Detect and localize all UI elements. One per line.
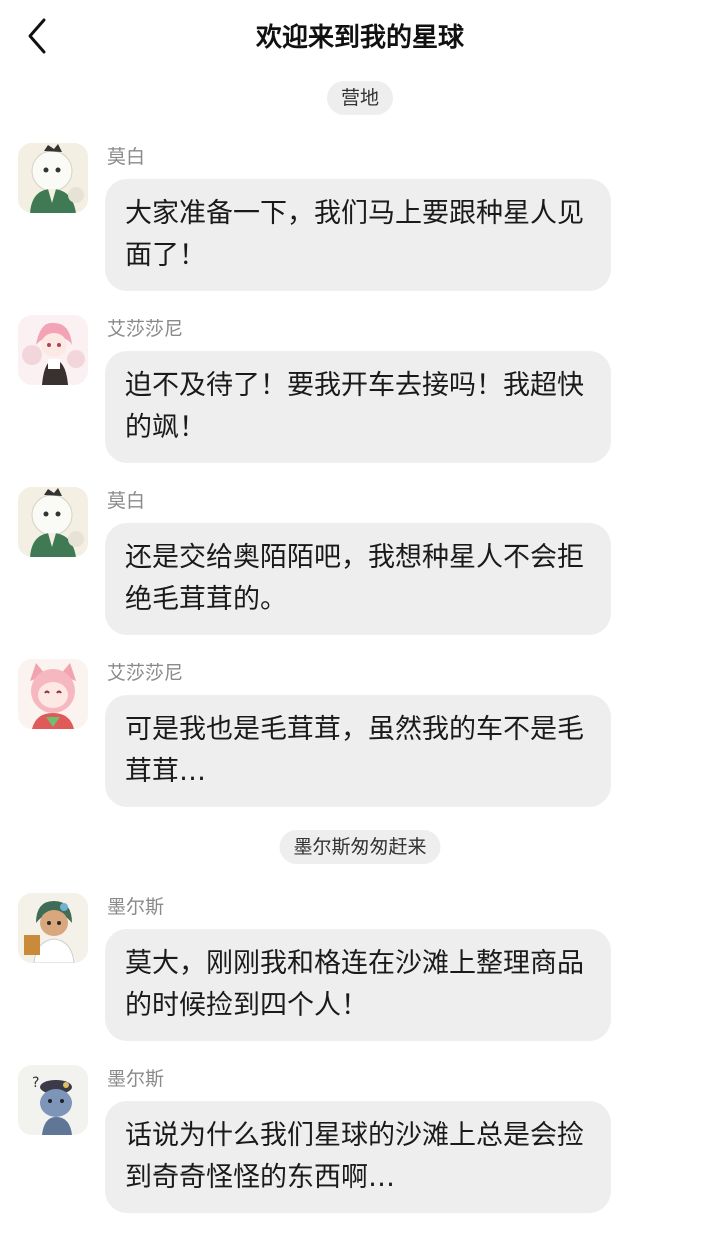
blue-creature-avatar[interactable]: ? xyxy=(18,1065,88,1135)
svg-text:?: ? xyxy=(32,1075,39,1091)
message-bubble[interactable]: 大家准备一下，我们马上要跟种星人见面了！ xyxy=(105,179,611,291)
section-divider-event: 墨尔斯匆匆赶来 xyxy=(279,830,441,864)
message-bubble[interactable]: 迫不及待了！要我开车去接吗！我超快的飒！ xyxy=(105,351,611,463)
sender-name: 艾莎莎尼 xyxy=(107,318,184,340)
sender-name: 莫白 xyxy=(107,490,146,512)
section-divider-camp: 营地 xyxy=(326,81,394,115)
message-bubble[interactable]: 还是交给奥陌陌吧，我想种星人不会拒绝毛茸茸的。 xyxy=(105,523,611,635)
sender-name: 墨尔斯 xyxy=(107,896,165,918)
message-bubble[interactable]: 莫大，刚刚我和格连在沙滩上整理商品的时候捡到四个人！ xyxy=(105,929,611,1041)
green-hair-boy-avatar[interactable] xyxy=(18,893,88,963)
sender-name: 莫白 xyxy=(107,146,146,168)
sender-name: 墨尔斯 xyxy=(107,1068,165,1090)
white-lion-avatar[interactable] xyxy=(18,487,88,557)
page-title: 欢迎来到我的星球 xyxy=(255,23,464,53)
header-bar: 欢迎来到我的星球 xyxy=(0,0,720,76)
pink-cat-avatar[interactable] xyxy=(18,659,88,729)
message-bubble[interactable]: 话说为什么我们星球的沙滩上总是会捡到奇奇怪怪的东西啊… xyxy=(105,1101,611,1213)
pink-girl-avatar[interactable] xyxy=(18,315,88,385)
message-bubble[interactable]: 可是我也是毛茸茸，虽然我的车不是毛茸茸… xyxy=(105,695,611,807)
sender-name: 艾莎莎尼 xyxy=(107,662,184,684)
white-lion-avatar[interactable] xyxy=(18,143,88,213)
